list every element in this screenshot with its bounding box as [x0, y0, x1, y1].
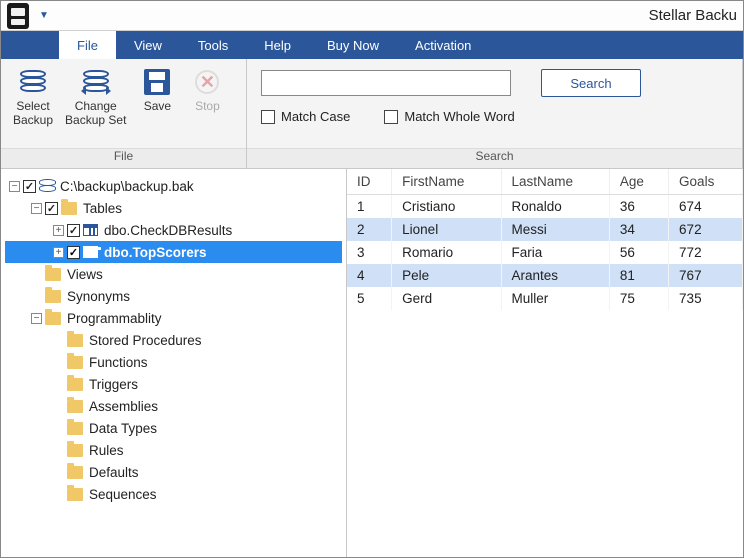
menu-file[interactable]: File [59, 31, 116, 59]
tree-node-stored-procedures[interactable]: Stored Procedures [5, 329, 342, 351]
match-whole-word-checkbox[interactable]: Match Whole Word [384, 109, 514, 124]
folder-icon [61, 202, 77, 215]
save-button[interactable]: Save [132, 63, 182, 113]
menu-view[interactable]: View [116, 31, 180, 59]
column-header-id[interactable]: ID [347, 169, 392, 195]
table-icon [83, 246, 98, 258]
folder-icon [45, 312, 61, 325]
table-row[interactable]: 5 Gerd Muller 75 735 [347, 287, 743, 310]
table-icon [83, 224, 98, 236]
database-swap-icon [83, 70, 109, 94]
collapse-icon[interactable]: − [31, 313, 42, 324]
expand-icon[interactable]: + [53, 247, 64, 258]
tree-node-sequences[interactable]: Sequences [5, 483, 342, 505]
match-case-checkbox[interactable]: Match Case [261, 109, 350, 124]
menu-buy-now[interactable]: Buy Now [309, 31, 397, 59]
ribbon-group-search-label: Search [247, 148, 742, 168]
column-header-goals[interactable]: Goals [669, 169, 743, 195]
checkbox-icon [384, 110, 398, 124]
table-row[interactable]: 3 Romario Faria 56 772 [347, 241, 743, 264]
menu-bar: File View Tools Help Buy Now Activation [1, 31, 743, 59]
table-row[interactable]: 2 Lionel Messi 34 672 [347, 218, 743, 241]
folder-icon [67, 334, 83, 347]
folder-icon [67, 400, 83, 413]
folder-icon [45, 268, 61, 281]
table-row[interactable]: 4 Pele Arantes 81 767 [347, 264, 743, 287]
app-icon [7, 3, 29, 29]
tree-root-backup-file[interactable]: − C:\backup\backup.bak [5, 175, 342, 197]
tree-node-assemblies[interactable]: Assemblies [5, 395, 342, 417]
tree-node-programmability[interactable]: − Programmablity [5, 307, 342, 329]
database-icon [39, 179, 54, 194]
collapse-icon[interactable]: − [31, 203, 42, 214]
tree-node-data-types[interactable]: Data Types [5, 417, 342, 439]
tree-node-synonyms[interactable]: Synonyms [5, 285, 342, 307]
window-title: Stellar Backu [649, 7, 737, 24]
select-backup-button[interactable]: Select Backup [7, 63, 59, 127]
checkbox-icon[interactable] [67, 246, 80, 259]
database-icon [20, 70, 46, 94]
checkbox-icon[interactable] [67, 224, 80, 237]
folder-icon [67, 422, 83, 435]
folder-icon [45, 290, 61, 303]
title-bar: ▼ Stellar Backu [1, 1, 743, 31]
menu-help[interactable]: Help [246, 31, 309, 59]
tree-node-tables[interactable]: − Tables [5, 197, 342, 219]
ribbon: Select Backup Change Backup Set Save ✕ S… [1, 59, 743, 169]
save-icon [144, 69, 170, 95]
checkbox-icon[interactable] [45, 202, 58, 215]
folder-icon [67, 466, 83, 479]
qat-dropdown-icon[interactable]: ▼ [35, 8, 53, 23]
folder-icon [67, 444, 83, 457]
change-backup-set-button[interactable]: Change Backup Set [59, 63, 132, 127]
folder-icon [67, 378, 83, 391]
tree-node-table-topscorers[interactable]: + dbo.TopScorers [5, 241, 342, 263]
column-header-age[interactable]: Age [609, 169, 668, 195]
ribbon-group-file-label: File [1, 148, 246, 168]
table-row[interactable]: 1 Cristiano Ronaldo 36 674 [347, 195, 743, 219]
stop-button: ✕ Stop [182, 63, 232, 113]
expand-icon[interactable]: + [53, 225, 64, 236]
column-header-firstname[interactable]: FirstName [392, 169, 501, 195]
tree-node-triggers[interactable]: Triggers [5, 373, 342, 395]
tree-node-table-checkdbresults[interactable]: + dbo.CheckDBResults [5, 219, 342, 241]
tree-node-functions[interactable]: Functions [5, 351, 342, 373]
menu-activation[interactable]: Activation [397, 31, 489, 59]
search-input[interactable] [261, 70, 511, 96]
tree-pane[interactable]: − C:\backup\backup.bak − Tables + dbo.Ch… [1, 169, 347, 557]
stop-icon: ✕ [195, 70, 219, 94]
folder-icon [67, 356, 83, 369]
menu-tools[interactable]: Tools [180, 31, 246, 59]
main-area: − C:\backup\backup.bak − Tables + dbo.Ch… [1, 169, 743, 557]
tree-node-defaults[interactable]: Defaults [5, 461, 342, 483]
checkbox-icon [261, 110, 275, 124]
tree-node-views[interactable]: Views [5, 263, 342, 285]
search-button[interactable]: Search [541, 69, 641, 97]
table-header-row: ID FirstName LastName Age Goals [347, 169, 743, 195]
folder-icon [67, 488, 83, 501]
tree-node-rules[interactable]: Rules [5, 439, 342, 461]
column-header-lastname[interactable]: LastName [501, 169, 609, 195]
data-grid[interactable]: ID FirstName LastName Age Goals 1 Cristi… [347, 169, 743, 557]
collapse-icon[interactable]: − [9, 181, 20, 192]
checkbox-icon[interactable] [23, 180, 36, 193]
